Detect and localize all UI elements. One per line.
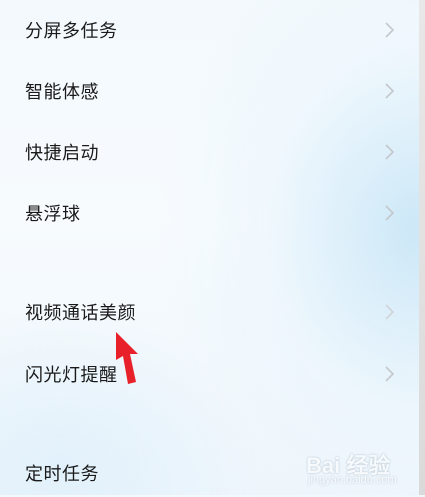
chevron-right-icon <box>385 83 395 99</box>
baidu-jingyan-watermark: Bai 经验 jingyan.baidu.com <box>306 440 416 490</box>
menu-item-label: 智能体感 <box>25 82 99 103</box>
menu-item-label: 闪光灯提醒 <box>25 365 118 386</box>
annotation-arrow-icon <box>116 332 138 384</box>
settings-menu: 分屏多任务 智能体感 快捷启动 悬浮球 视频通话美颜 闪光灯提醒 定时任务 <box>0 0 419 495</box>
menu-item-split-screen[interactable]: 分屏多任务 <box>0 6 419 54</box>
menu-item-quick-launch[interactable]: 快捷启动 <box>0 128 419 176</box>
menu-item-label: 分屏多任务 <box>25 21 118 42</box>
menu-item-label: 定时任务 <box>25 464 99 485</box>
menu-item-video-call-beauty[interactable]: 视频通话美颜 <box>0 288 419 336</box>
menu-item-label: 视频通话美颜 <box>25 303 136 324</box>
menu-item-label: 快捷启动 <box>25 143 99 164</box>
chevron-right-icon <box>385 144 395 160</box>
chevron-right-icon <box>385 304 395 320</box>
chevron-right-icon <box>385 205 395 221</box>
watermark-site: jingyan.baidu.com <box>308 474 397 486</box>
screen-edge <box>419 0 425 495</box>
chevron-right-icon <box>385 22 395 38</box>
menu-item-label: 悬浮球 <box>25 204 81 225</box>
menu-item-flash-notification[interactable]: 闪光灯提醒 <box>0 350 419 398</box>
chevron-right-icon <box>385 366 395 382</box>
menu-item-smart-motion[interactable]: 智能体感 <box>0 67 419 115</box>
menu-item-floating-ball[interactable]: 悬浮球 <box>0 189 419 237</box>
